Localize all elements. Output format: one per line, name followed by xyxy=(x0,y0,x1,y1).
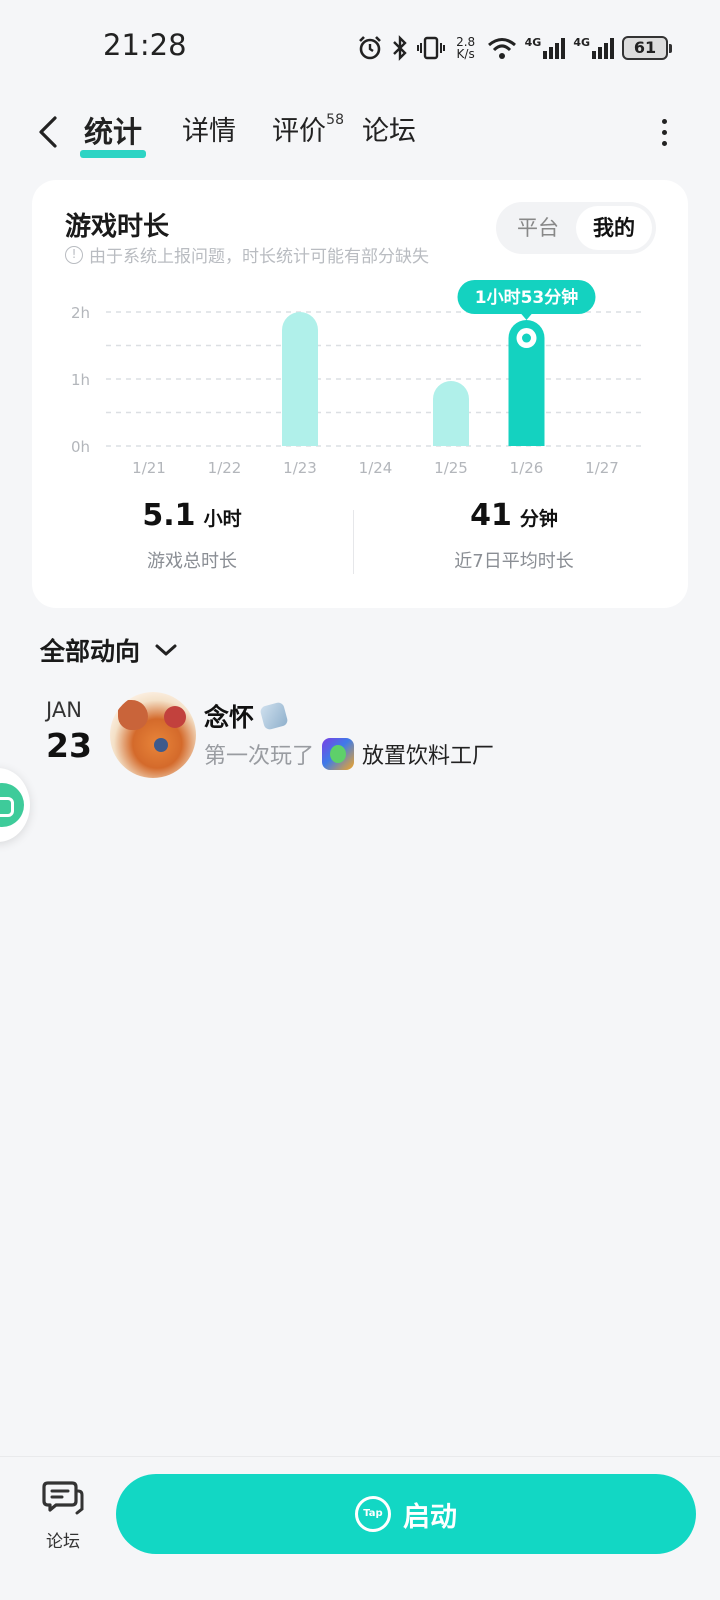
activity-filter[interactable]: 全部动向 xyxy=(40,632,178,668)
signal-1-bars xyxy=(543,37,566,59)
activity-description: 第一次玩了 放置饮料工厂 xyxy=(204,738,494,770)
activity-item[interactable]: JAN 23 念怀 第一次玩了 放置饮料工厂 xyxy=(40,692,680,786)
signal-2-bars xyxy=(592,37,614,59)
vibrate-icon xyxy=(416,36,445,60)
chart-tooltip-label: 1小时53分钟 xyxy=(475,287,579,308)
chart-y-tick-label: 1h xyxy=(71,371,90,389)
status-icons: 2.8 K/s 4G 4G 61 xyxy=(357,30,672,66)
chart-bar xyxy=(433,381,469,446)
activity-day: 23 xyxy=(46,726,92,765)
signal-1: 4G xyxy=(525,37,566,59)
battery-indicator: 61 xyxy=(622,36,672,60)
tab-details-label: 详情 xyxy=(182,116,236,147)
top-nav: 统计 详情 评价 58 论坛 xyxy=(0,100,720,170)
chart-y-tick-label: 0h xyxy=(71,438,90,456)
chart-x-tick-label: 1/21 xyxy=(132,459,166,477)
playtime-chart: 0h 1h 2h 1/21 1/22 1/23 1/24 1/25 1/26 1/27 1小时53分… xyxy=(71,280,644,477)
average-playtime-value: 41 xyxy=(470,498,512,533)
activity-month: JAN xyxy=(46,698,82,722)
launch-button[interactable]: Tap 启动 xyxy=(116,1474,696,1554)
reviews-count-badge: 58 xyxy=(326,112,344,128)
activity-filter-label: 全部动向 xyxy=(40,637,141,666)
chevron-left-icon xyxy=(39,116,57,148)
more-dot xyxy=(661,129,667,135)
average-playtime-label: 近7日平均时长 xyxy=(454,551,574,572)
signal-2-label: 4G xyxy=(573,36,590,49)
chart-x-tick-label: 1/22 xyxy=(208,459,242,477)
status-time: 21:28 xyxy=(103,28,187,62)
alarm-icon xyxy=(358,36,381,60)
net-speed-unit: K/s xyxy=(456,47,475,61)
launch-label: 启动 xyxy=(403,1501,457,1533)
chart-bar-marker-dot xyxy=(522,333,531,343)
more-dot xyxy=(661,140,667,146)
more-menu-button[interactable] xyxy=(652,114,676,150)
game-name[interactable]: 放置饮料工厂 xyxy=(362,738,494,770)
chart-bar xyxy=(282,312,318,446)
chart-x-tick-label: 1/25 xyxy=(434,459,468,477)
user-badge-icon xyxy=(259,701,289,731)
signal-2: 4G xyxy=(573,37,614,59)
chart-x-tick-label: 1/26 xyxy=(510,459,544,477)
tap-logo-icon: Tap xyxy=(355,1496,391,1532)
total-playtime-value: 5.1 xyxy=(142,498,196,533)
bottom-action-bar: 论坛 Tap 启动 xyxy=(0,1456,720,1600)
user-name: 念怀 xyxy=(204,703,255,732)
average-playtime-stat: 41 分钟 近7日平均时长 xyxy=(354,498,674,573)
total-playtime-unit: 小时 xyxy=(203,508,242,530)
average-playtime-unit: 分钟 xyxy=(519,508,558,530)
bluetooth-icon xyxy=(392,35,407,61)
signal-1-label: 4G xyxy=(524,36,542,49)
chat-bubble-icon xyxy=(0,783,24,827)
wifi-icon xyxy=(487,38,516,59)
avatar[interactable] xyxy=(110,692,196,778)
tab-details[interactable]: 详情 xyxy=(182,112,236,152)
tab-stats-label: 统计 xyxy=(84,115,143,149)
tab-forum-label: 论坛 xyxy=(362,116,416,147)
forum-chat-icon xyxy=(42,1481,84,1515)
chart-x-tick-label: 1/24 xyxy=(359,459,393,477)
back-button[interactable] xyxy=(30,114,66,150)
chart-x-tick-label: 1/27 xyxy=(585,459,619,477)
forum-button[interactable]: 论坛 xyxy=(38,1479,88,1552)
tab-reviews[interactable]: 评价 58 xyxy=(272,112,344,152)
tab-forum[interactable]: 论坛 xyxy=(362,112,416,152)
tab-stats[interactable]: 统计 xyxy=(80,112,147,158)
playtime-stats-card: 游戏时长 ! 由于系统上报问题，时长统计可能有部分缺失 平台 我的 0h 1h 2h… xyxy=(32,180,688,608)
active-tab-indicator xyxy=(80,150,147,158)
status-bar: 21:28 2.8 K/s 4G 4G 61 xyxy=(0,0,720,96)
chart-y-tick-label: 2h xyxy=(71,304,90,322)
game-icon xyxy=(322,738,355,770)
chevron-down-icon xyxy=(155,644,177,656)
total-playtime-label: 游戏总时长 xyxy=(147,551,237,572)
chart-x-tick-label: 1/23 xyxy=(283,459,317,477)
chart-tooltip-pointer xyxy=(520,313,533,320)
tab-reviews-label: 评价 xyxy=(272,116,326,147)
floating-chat-button[interactable] xyxy=(0,768,30,842)
more-dot xyxy=(661,118,667,124)
forum-label: 论坛 xyxy=(46,1532,80,1552)
total-playtime-stat: 5.1 小时 游戏总时长 xyxy=(32,498,352,573)
activity-verb: 第一次玩了 xyxy=(204,744,315,769)
activity-user: 念怀 xyxy=(204,698,289,734)
net-speed: 2.8 K/s xyxy=(453,36,479,60)
